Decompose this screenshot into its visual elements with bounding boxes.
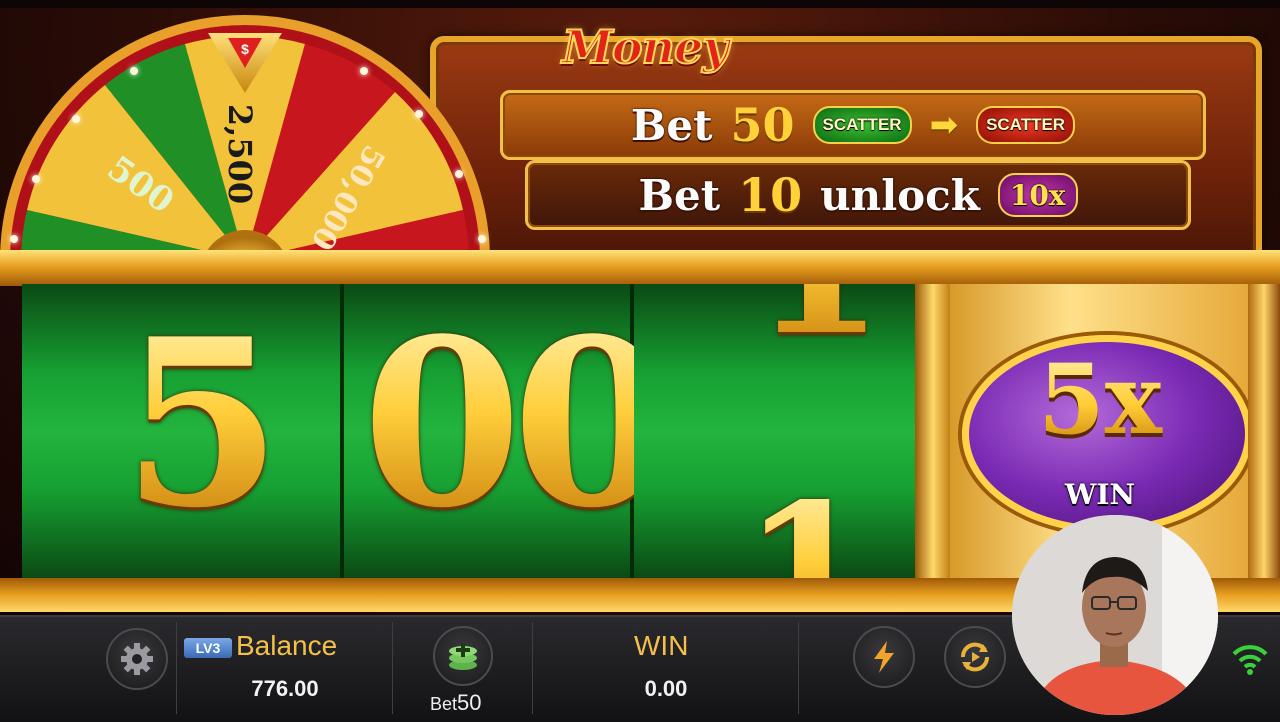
- bet-label: Bet: [430, 694, 458, 714]
- bet-scatter-row: Bet 50 SCATTER ➡ SCATTER: [500, 90, 1206, 160]
- multiplier-10x-badge: 10x: [997, 173, 1078, 217]
- streamer-avatar: [1012, 515, 1218, 715]
- scatter-green-icon: SCATTER: [812, 106, 912, 144]
- wifi-icon: [1230, 640, 1270, 680]
- bet-button[interactable]: [433, 626, 493, 686]
- autospin-icon: [960, 642, 990, 672]
- reel-1-digit: 5: [122, 289, 283, 559]
- balance-label: Balance: [236, 630, 338, 661]
- reel-2: 00: [344, 284, 634, 578]
- arrow-right-icon: ➡: [929, 105, 959, 145]
- gear-icon: [121, 643, 153, 675]
- scatter-red-icon: SCATTER: [976, 106, 1076, 144]
- reel-frame-right: [1248, 284, 1280, 578]
- bet-unlock-row: Bet 10 unlock 10x: [525, 160, 1191, 230]
- reel-3: 1 1: [634, 284, 920, 578]
- wheel-label-2500: 2,500: [221, 103, 260, 205]
- unlock-text: unlock: [820, 170, 980, 220]
- bet-amount: 50: [730, 98, 795, 152]
- multiplier-win-label: WIN: [1064, 478, 1136, 511]
- reel-area: 5 00 1 1: [22, 284, 920, 578]
- win-label: WIN: [634, 630, 689, 661]
- reel-frame-top: [0, 250, 1280, 286]
- bonus-wheel: 500 2,500 50,000 $: [0, 15, 500, 255]
- bet-indicator: Bet50: [430, 690, 482, 716]
- chip-stack-icon: [449, 643, 477, 670]
- bet-word: Bet: [630, 100, 713, 150]
- autospin-button[interactable]: [944, 626, 1006, 688]
- webcam-overlay: [1012, 515, 1218, 715]
- settings-button[interactable]: [106, 628, 168, 690]
- reel-3-digit-bottom: 1: [742, 474, 874, 579]
- bet-word: Bet: [638, 170, 721, 220]
- multiplier-value: 5x: [962, 345, 1238, 455]
- reel-3-digit-top: 1: [752, 284, 884, 366]
- turbo-button[interactable]: [853, 626, 915, 688]
- level-badge: LV3: [184, 638, 232, 658]
- top-edge: [0, 0, 1280, 8]
- reel-1: 5: [22, 284, 344, 578]
- bet-amount: 10: [738, 168, 803, 222]
- win-value: 0.00: [644, 676, 688, 701]
- balance-value: 776.00: [251, 676, 319, 701]
- reel-2-digits: 00: [362, 304, 634, 544]
- bet-value: 50: [457, 690, 482, 715]
- game-title: Money Coming: [547, 19, 743, 145]
- reel-divider-post: [915, 284, 951, 578]
- lightning-icon: [874, 641, 894, 673]
